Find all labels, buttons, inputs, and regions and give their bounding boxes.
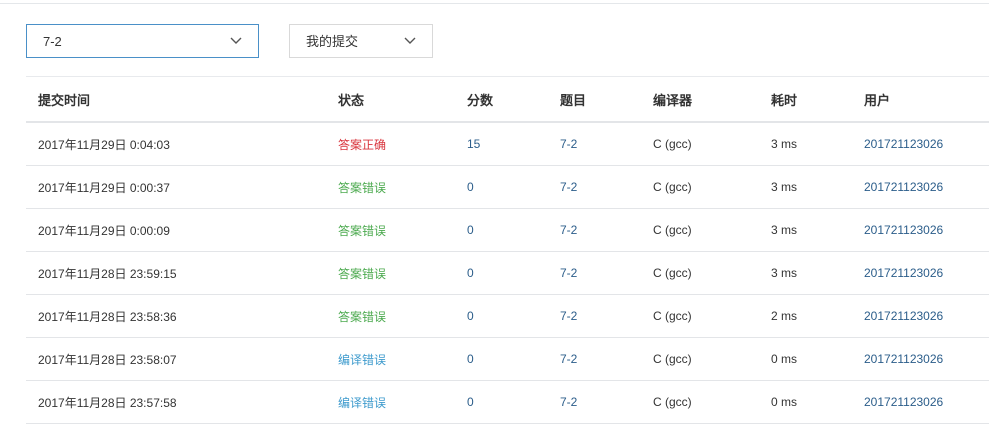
header-submit-time[interactable]: 提交时间 (38, 77, 90, 121)
user-link[interactable]: 201721123026 (864, 123, 943, 165)
problem-link[interactable]: 7-2 (560, 252, 577, 294)
status-link[interactable]: 答案错误 (338, 252, 386, 294)
status-link[interactable]: 答案错误 (338, 295, 386, 337)
table-row: 2017年11月28日 23:59:15 答案错误 0 7-2 C (gcc) 3 ms 2… (26, 252, 989, 295)
time-cost-cell: 0 ms (771, 352, 798, 366)
status-link[interactable]: 答案错误 (338, 166, 386, 208)
score-link[interactable]: 15 (467, 123, 480, 165)
time-cost-cell: 3 ms (771, 266, 798, 280)
header-score[interactable]: 分数 (467, 77, 493, 121)
problem-link[interactable]: 7-2 (560, 338, 577, 380)
header-time-cost[interactable]: 耗时 (771, 77, 797, 121)
table-row: 2017年11月28日 23:58:07 编译错误 0 7-2 C (gcc) 0 ms 2… (26, 338, 989, 381)
submission-scope-select[interactable]: 我的提交 (289, 24, 433, 58)
compiler-cell: C (gcc) (653, 137, 692, 151)
chevron-down-icon (230, 37, 242, 44)
table-row: 2017年11月28日 23:58:36 答案错误 0 7-2 C (gcc) 2 ms 2… (26, 295, 989, 338)
compiler-cell: C (gcc) (653, 309, 692, 323)
problem-link[interactable]: 7-2 (560, 381, 577, 423)
score-link[interactable]: 0 (467, 295, 474, 337)
time-cost-cell: 3 ms (771, 223, 798, 237)
table-row: 2017年11月29日 0:04:03 答案正确 15 7-2 C (gcc) 3 ms 2… (26, 123, 989, 166)
submit-time-cell: 2017年11月29日 0:04:03 (38, 137, 170, 152)
problem-link[interactable]: 7-2 (560, 123, 577, 165)
status-link[interactable]: 答案正确 (338, 123, 386, 165)
header-problem[interactable]: 题目 (560, 77, 586, 121)
time-cost-cell: 2 ms (771, 309, 798, 323)
problem-link[interactable]: 7-2 (560, 166, 577, 208)
problem-link[interactable]: 7-2 (560, 209, 577, 251)
score-link[interactable]: 0 (467, 338, 474, 380)
score-link[interactable]: 0 (467, 166, 474, 208)
submission-scope-value: 我的提交 (306, 34, 359, 49)
submit-time-cell: 2017年11月28日 23:58:36 (38, 309, 177, 324)
user-link[interactable]: 201721123026 (864, 252, 943, 294)
problem-select[interactable]: 7-2 (26, 24, 259, 58)
compiler-cell: C (gcc) (653, 180, 692, 194)
problem-link[interactable]: 7-2 (560, 295, 577, 337)
time-cost-cell: 0 ms (771, 395, 798, 409)
chevron-down-icon (404, 37, 416, 44)
compiler-cell: C (gcc) (653, 395, 692, 409)
user-link[interactable]: 201721123026 (864, 166, 943, 208)
problem-select-value: 7-2 (43, 34, 62, 49)
header-status[interactable]: 状态 (338, 77, 364, 121)
score-link[interactable]: 0 (467, 209, 474, 251)
compiler-cell: C (gcc) (653, 266, 692, 280)
submit-time-cell: 2017年11月29日 0:00:09 (38, 223, 170, 238)
table-row: 2017年11月28日 23:57:58 编译错误 0 7-2 C (gcc) 0 ms 2… (26, 381, 989, 424)
time-cost-cell: 3 ms (771, 137, 798, 151)
user-link[interactable]: 201721123026 (864, 338, 943, 380)
submit-time-cell: 2017年11月28日 23:59:15 (38, 266, 177, 281)
status-link[interactable]: 答案错误 (338, 209, 386, 251)
user-link[interactable]: 201721123026 (864, 295, 943, 337)
time-cost-cell: 3 ms (771, 180, 798, 194)
table-row: 2017年11月29日 0:00:09 答案错误 0 7-2 C (gcc) 3 ms 20… (26, 209, 989, 252)
table-row: 2017年11月29日 0:00:37 答案错误 0 7-2 C (gcc) 3 ms 20… (26, 166, 989, 209)
user-link[interactable]: 201721123026 (864, 381, 943, 423)
user-link[interactable]: 201721123026 (864, 209, 943, 251)
submissions-table: 提交时间 状态 分数 题目 编译器 耗时 用户 2017年11月29日 0:04… (26, 76, 989, 424)
submit-time-cell: 2017年11月28日 23:58:07 (38, 352, 177, 367)
status-link[interactable]: 编译错误 (338, 338, 386, 380)
score-link[interactable]: 0 (467, 252, 474, 294)
table-body: 2017年11月29日 0:04:03 答案正确 15 7-2 C (gcc) 3 ms 2… (26, 123, 989, 424)
score-link[interactable]: 0 (467, 381, 474, 423)
submit-time-cell: 2017年11月28日 23:57:58 (38, 395, 177, 410)
table-header-row: 提交时间 状态 分数 题目 编译器 耗时 用户 (26, 76, 989, 123)
status-link[interactable]: 编译错误 (338, 381, 386, 423)
top-divider (0, 3, 989, 4)
header-user[interactable]: 用户 (864, 77, 890, 121)
submit-time-cell: 2017年11月29日 0:00:37 (38, 180, 170, 195)
compiler-cell: C (gcc) (653, 223, 692, 237)
header-compiler[interactable]: 编译器 (653, 77, 692, 121)
compiler-cell: C (gcc) (653, 352, 692, 366)
